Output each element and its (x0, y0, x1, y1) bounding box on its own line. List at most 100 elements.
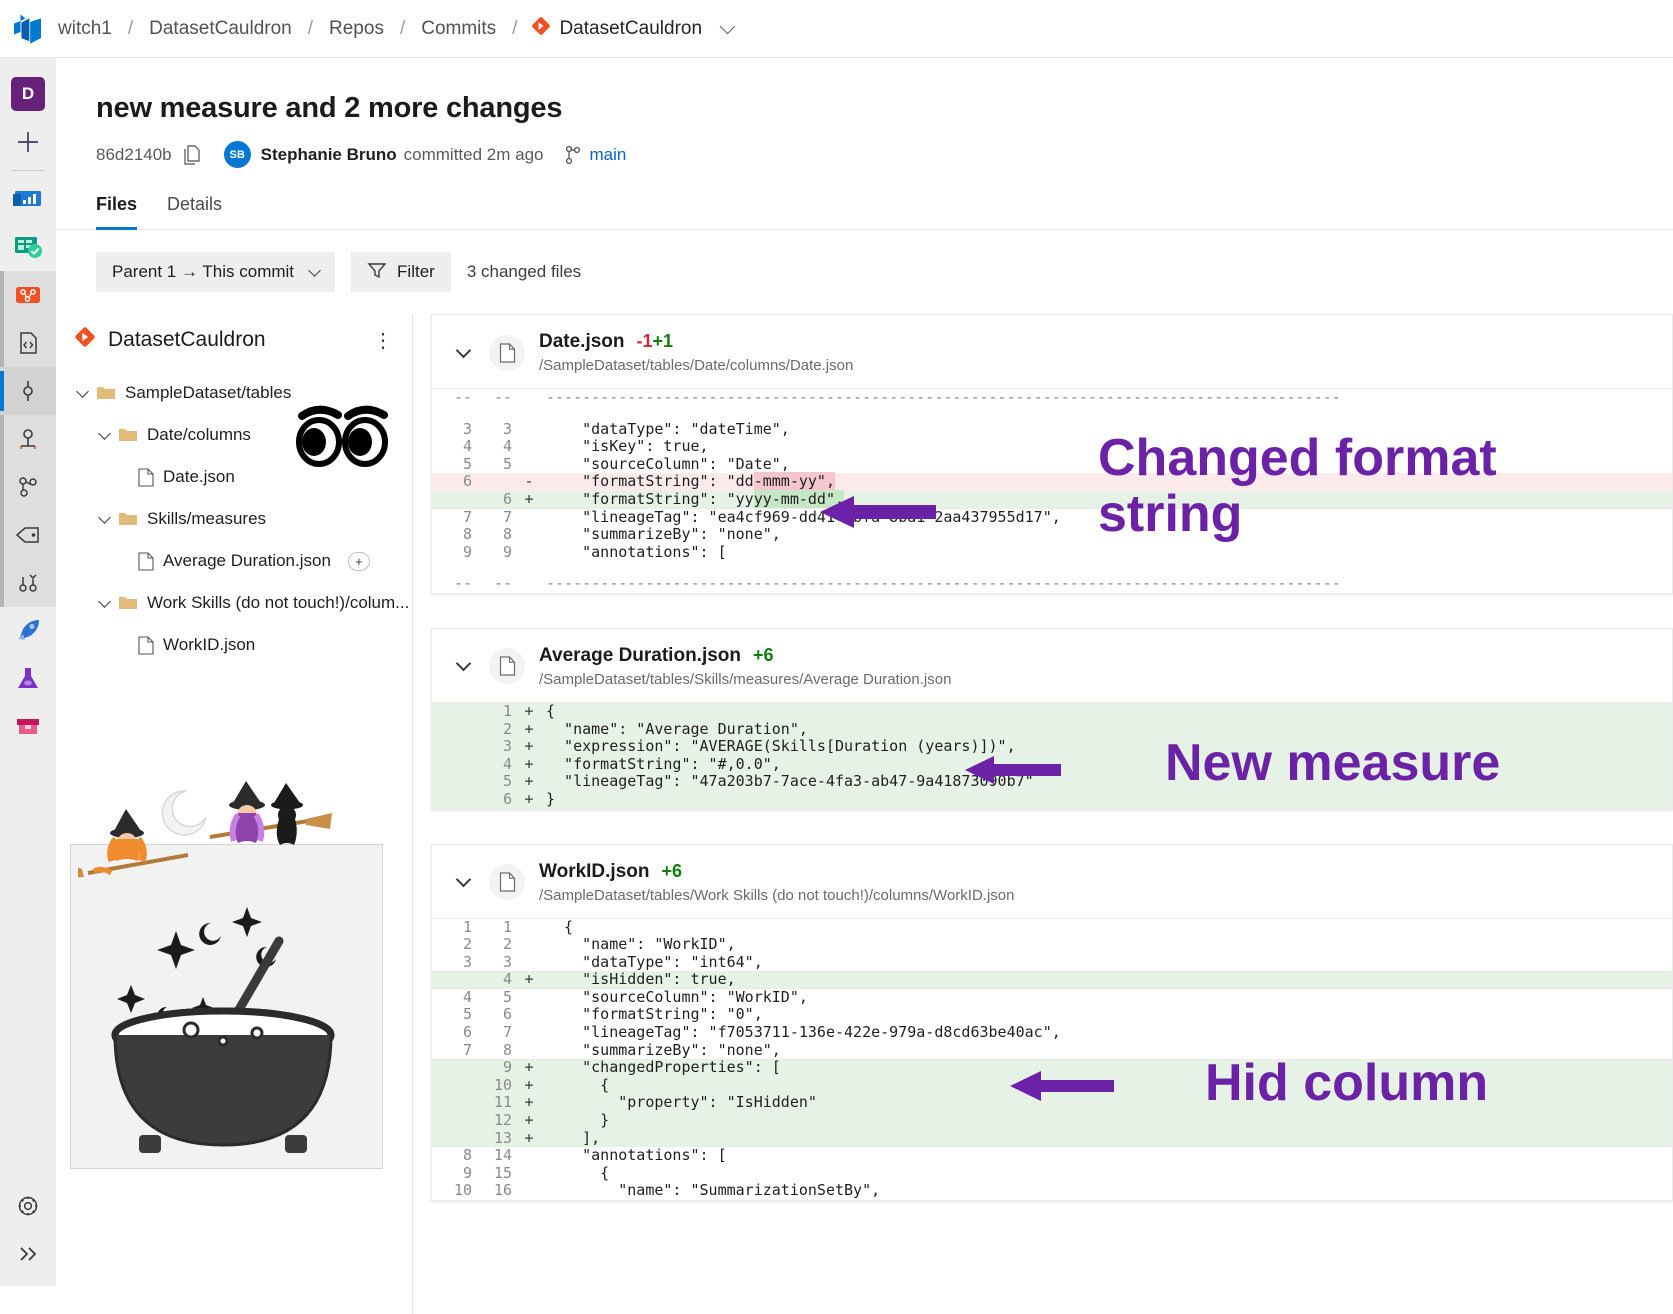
plus-icon[interactable] (0, 118, 56, 166)
diff-file-path: /SampleDataset/tables/Skills/measures/Av… (539, 670, 952, 688)
diff-line: 5 + "lineageTag": "47a203b7-7ace-4fa3-ab4… (432, 773, 1672, 791)
compare-selector[interactable]: Parent 1 → This commit (96, 252, 336, 292)
sidebar-item-boards[interactable] (0, 223, 56, 271)
chevron-expanded-icon[interactable] (76, 384, 89, 398)
chevron-expanded-icon[interactable] (98, 594, 111, 608)
tab-details[interactable]: Details (167, 194, 222, 230)
diff-file-name[interactable]: Average Duration.json (539, 645, 741, 667)
sidebar-item-commits[interactable] (0, 367, 56, 415)
tab-files[interactable]: Files (96, 194, 138, 230)
commit-hash[interactable]: 86d2140b (96, 145, 172, 165)
sidebar-item-overview[interactable] (0, 175, 56, 223)
diff-code: } (546, 1111, 610, 1130)
diff-file-path: /SampleDataset/tables/Work Skills (do no… (539, 886, 1015, 904)
page-title: new measure and 2 more changes (96, 92, 563, 124)
sidebar-item-files[interactable] (0, 319, 56, 367)
chevron-expanded-icon[interactable] (455, 342, 472, 358)
diff-line: 8 14 "annotations": [ (432, 1147, 1672, 1165)
breadcrumb-item-3[interactable]: Commits (419, 18, 498, 40)
diff-card-average-duration-json: Average Duration.json +6 /SampleDataset/… (431, 627, 1673, 810)
folder-icon (118, 595, 138, 611)
diff-code: "name": "Average Duration", (546, 719, 808, 738)
breadcrumb: witch1 / DatasetCauldron / Repos / Commi… (56, 16, 736, 42)
diff-new-line-number: 3 (502, 737, 512, 756)
sidebar-item-artifacts[interactable] (0, 703, 56, 751)
diff-new-line-number: 5 (502, 772, 512, 791)
sidebar-item-repos[interactable] (0, 271, 56, 319)
breadcrumb-item-0[interactable]: witch1 (56, 18, 114, 40)
branch-link[interactable]: main (590, 145, 627, 165)
diff-file-name[interactable]: WorkID.json (539, 861, 650, 883)
folder-icon (118, 511, 138, 527)
diff-intraline-highlight: yy-mm-dd", (753, 489, 845, 508)
diff-line: 4 5 "sourceColumn": "WorkID", (432, 988, 1672, 1007)
diff-file-name[interactable]: Date.json (539, 331, 625, 353)
gear-icon[interactable] (0, 1182, 56, 1230)
diff-old-line-number: 6 (462, 472, 472, 491)
diff-sign: + (524, 701, 534, 720)
chevron-down-icon (308, 263, 321, 277)
diff-old-line-number: 6 (462, 1023, 472, 1042)
tree-node-average-duration-json[interactable]: Average Duration.json + (74, 540, 412, 582)
diff-line: 13 + ], (432, 1128, 1672, 1148)
diff-line: 11 + "property": "IsHidden" (432, 1094, 1672, 1113)
diff-line: 9 9 "annotations": [ (432, 542, 1672, 562)
diff-old-line-number: 3 (462, 419, 472, 438)
double-chevron-right-icon[interactable] (0, 1230, 56, 1278)
tree-node-skills-measures[interactable]: Skills/measures (74, 498, 412, 540)
sidebar-item-tags[interactable] (0, 511, 56, 559)
diff-sign: + (524, 789, 534, 808)
folder-icon (118, 427, 138, 443)
diff-header: Date.json -1+1 /SampleDataset/tables/Dat… (432, 315, 1672, 388)
chevron-expanded-icon[interactable] (98, 510, 111, 524)
diff-line: 7 7 "lineageTag": "ea4cf969-dd41-4bfa-8ba… (432, 508, 1672, 527)
file-icon (489, 864, 525, 900)
diff-intraline-highlight: -mmm-yy", (753, 472, 835, 491)
tree-node-label: WorkID.json (163, 635, 256, 654)
breadcrumb-separator: / (512, 17, 518, 39)
tab-bar: Files Details (56, 168, 1673, 230)
diff-old-line-number: 3 (462, 952, 472, 971)
commit-author[interactable]: Stephanie Bruno (261, 145, 397, 165)
added-badge: + (347, 551, 370, 571)
more-actions-icon[interactable]: ⋮ (373, 328, 412, 353)
diff-code: "summarizeBy": "none", (546, 525, 781, 544)
breadcrumb-separator: / (127, 17, 134, 39)
repo-selector[interactable]: DatasetCauldron (531, 16, 736, 42)
chevron-expanded-icon[interactable] (455, 871, 472, 888)
azure-devops-logo[interactable] (0, 12, 56, 46)
diff-new-line-number: 14 (493, 1146, 512, 1165)
org-avatar[interactable]: D (0, 70, 56, 118)
diff-old-line-number: 9 (462, 542, 472, 561)
repos-section (0, 271, 56, 607)
tree-node-workid-json[interactable]: WorkID.json (74, 624, 412, 666)
diff-line (432, 407, 1672, 421)
diff-line: 3 + "expression": "AVERAGE(Skills[Duratio… (432, 738, 1672, 756)
diff-line: 6 +} (432, 789, 1672, 809)
sidebar-item-pull-requests[interactable] (0, 559, 56, 607)
diff-code: "lineageTag": "47a203b7-7ace-4fa3-ab47-9… (546, 772, 1034, 791)
sidebar-item-test-plans[interactable] (0, 655, 56, 703)
diff-old-line-number: 5 (462, 454, 472, 473)
diff-header: Average Duration.json +6 /SampleDataset/… (432, 629, 1672, 702)
breadcrumb-item-2[interactable]: Repos (327, 18, 386, 40)
filter-icon (367, 261, 387, 284)
chevron-expanded-icon[interactable] (455, 656, 472, 672)
diff-code: "summarizeBy": "none", (546, 1040, 781, 1059)
diff-line: 3 3 "dataType": "int64", (432, 952, 1672, 972)
chevron-expanded-icon[interactable] (98, 426, 111, 440)
diff-new-line-number: 16 (493, 1181, 512, 1200)
sidebar-item-pushes[interactable] (0, 415, 56, 463)
diff-sign: + (524, 1128, 534, 1147)
tree-node-label: Average Duration.json (163, 551, 331, 570)
diff-code: "formatString": "dd-mmm-yy", (546, 472, 835, 491)
tree-node-work-skills-columns[interactable]: Work Skills (do not touch!)/colum... (74, 582, 412, 624)
filter-button[interactable]: Filter (351, 252, 451, 292)
chevron-down-icon[interactable] (719, 18, 736, 35)
sidebar-item-pipelines[interactable] (0, 607, 56, 655)
breadcrumb-item-1[interactable]: DatasetCauldron (147, 18, 294, 40)
avatar[interactable]: SB (223, 141, 251, 168)
sidebar-item-branches[interactable] (0, 463, 56, 511)
file-icon (138, 635, 154, 655)
copy-icon[interactable] (182, 144, 202, 166)
